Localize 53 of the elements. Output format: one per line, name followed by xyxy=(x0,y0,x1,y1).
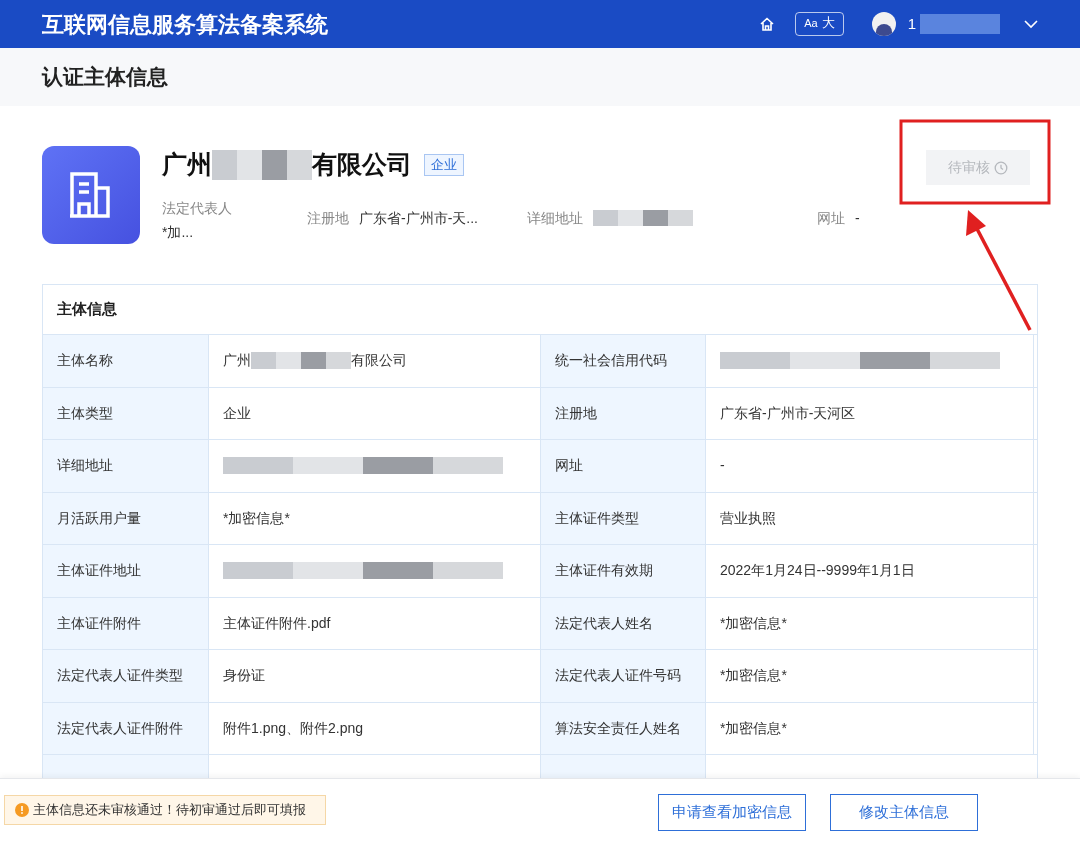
label-cell: 法定代表人证件号码 xyxy=(541,650,706,702)
label-cell: 主体证件类型 xyxy=(541,492,706,544)
clock-icon xyxy=(994,160,1008,175)
value-text: 有限公司 xyxy=(351,351,407,371)
action-button[interactable]: 修改主体信息 xyxy=(830,793,978,831)
app-title: 互联网信息服务算法备案系统 xyxy=(42,10,328,39)
value-text: *加密信息* xyxy=(720,613,787,633)
label-cell: 法定代表人证件类型 xyxy=(43,650,209,702)
chevron-down-icon[interactable] xyxy=(1024,19,1038,29)
warning-icon xyxy=(15,803,29,817)
value-text: *加密信息* xyxy=(720,718,787,738)
meta-value: - xyxy=(855,208,860,228)
value-text: *加密信息* xyxy=(720,666,787,686)
company-name: 广州 xyxy=(162,149,212,181)
notice-text: 主体信息还未审核通过！待初审通过后即可填报 xyxy=(33,801,306,820)
label-cell: 主体证件地址 xyxy=(43,545,209,597)
label-cell: 主体证件有效期 xyxy=(541,545,706,597)
avatar[interactable] xyxy=(871,12,896,36)
action-button[interactable]: 申请查看加密信息 xyxy=(658,793,806,831)
label-cell: 主体证件附件 xyxy=(43,597,209,649)
meta-label: 法定代表人 xyxy=(162,199,233,218)
company-type-tag: 企业 xyxy=(424,154,464,176)
label-cell: 网址 xyxy=(541,440,706,492)
company-name: 有限公司 xyxy=(312,149,412,181)
value-text: 广东省-广州市-天河区 xyxy=(720,403,856,423)
meta-label: 详细地址 xyxy=(527,208,583,228)
value-text: 身份证 xyxy=(223,666,265,686)
value-text: 2022年1月24日--9999年1月1日 xyxy=(720,561,915,581)
value-text: - xyxy=(720,456,725,476)
page-title: 认证主体信息 xyxy=(42,64,168,91)
label-cell: 法定代表人证件附件 xyxy=(43,702,209,754)
home-icon[interactable] xyxy=(759,16,776,32)
value-text: 附件1.png、附件2.png xyxy=(223,718,364,738)
label-cell: 统一社会信用代码 xyxy=(541,335,706,387)
meta-value: 广东省-广州市-天... xyxy=(359,208,478,228)
label-cell: 主体类型 xyxy=(43,387,209,439)
meta-label: 网址 xyxy=(817,208,845,228)
table-title: 主体信息 xyxy=(57,299,117,320)
label-cell: 算法安全责任人姓名 xyxy=(541,702,706,754)
value-text: 企业 xyxy=(223,403,251,423)
meta-label: 注册地 xyxy=(307,208,349,228)
user-name: 1 xyxy=(907,13,916,34)
label-cell: 详细地址 xyxy=(43,440,209,492)
value-text: 广州 xyxy=(223,351,251,371)
value-text: 营业执照 xyxy=(720,508,776,528)
value-text: 主体证件附件.pdf xyxy=(223,613,331,633)
label-cell: 主体名称 xyxy=(43,335,209,387)
meta-value: *加... xyxy=(162,223,194,242)
font-size-button[interactable]: Aa 大 xyxy=(795,12,844,36)
label-cell: 月活跃用户量 xyxy=(43,492,209,544)
value-text: *加密信息* xyxy=(223,508,290,528)
label-cell: 注册地 xyxy=(541,387,706,439)
label-cell: 法定代表人姓名 xyxy=(541,597,706,649)
